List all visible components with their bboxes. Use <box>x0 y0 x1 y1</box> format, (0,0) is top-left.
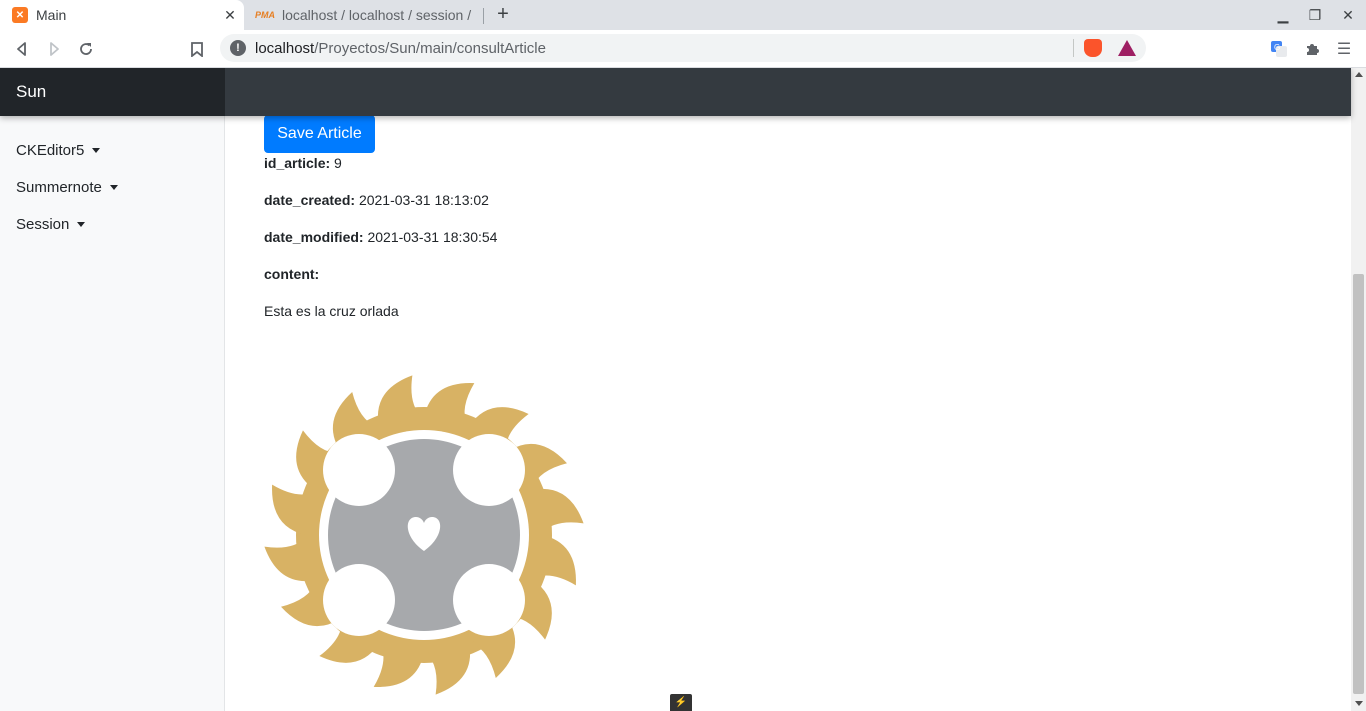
forward-icon[interactable] <box>42 37 66 61</box>
sidebar-item-label: Summernote <box>16 179 102 196</box>
tab-phpmyadmin[interactable]: PMA localhost / localhost / session / <box>244 0 484 30</box>
tab-title: Main <box>36 7 67 23</box>
field-key: date_created: <box>264 192 356 208</box>
field-key: content: <box>264 266 320 282</box>
field-value: 9 <box>334 155 342 171</box>
tab-main[interactable]: ✕ Main ✕ <box>0 0 244 30</box>
url-path: /Proyectos/Sun/main/consultArticle <box>314 39 546 57</box>
field-value: 2021-03-31 18:13:02 <box>358 192 489 208</box>
brave-shields-icon[interactable] <box>1084 39 1102 57</box>
debugbar-toggle-icon[interactable]: ⚡ <box>670 694 692 711</box>
caret-down-icon <box>77 222 86 227</box>
reload-icon[interactable] <box>74 37 98 61</box>
scrollbar-thumb[interactable] <box>1353 274 1364 694</box>
close-tab-icon[interactable]: ✕ <box>220 5 240 25</box>
xampp-icon: ✕ <box>12 7 28 23</box>
field-value: 2021-03-31 18:30:54 <box>367 229 498 245</box>
sidebar-item-ckeditor5[interactable]: CKEditor5 <box>16 142 101 159</box>
scroll-up-icon[interactable] <box>1355 72 1363 77</box>
top-navbar: Sun <box>0 68 1351 116</box>
sidebar: CKEditor5 Summernote Session <box>0 116 225 711</box>
sidebar-item-label: Session <box>16 216 70 233</box>
page-scrollbar[interactable] <box>1351 68 1366 711</box>
field-id-article: id_article: 9 <box>264 155 342 171</box>
extensions-icon[interactable] <box>1302 39 1322 59</box>
brave-rewards-icon[interactable] <box>1118 40 1136 56</box>
address-bar[interactable]: ! localhost/Proyectos/Sun/main/consultAr… <box>220 34 1146 62</box>
new-tab-button[interactable]: + <box>492 3 514 25</box>
field-date-created: date_created: 2021-03-31 18:13:02 <box>264 192 489 208</box>
phpmyadmin-icon: PMA <box>255 10 275 20</box>
caret-down-icon <box>92 148 101 153</box>
menu-icon[interactable]: ☰ <box>1334 39 1354 59</box>
minimize-icon[interactable]: ▁ <box>1272 4 1294 26</box>
svg-text:G: G <box>1274 43 1280 52</box>
close-window-icon[interactable]: ✕ <box>1337 4 1359 26</box>
bookmark-icon[interactable] <box>185 37 209 61</box>
field-content: content: <box>264 266 319 282</box>
save-article-button[interactable]: Save Article <box>264 115 375 153</box>
google-translate-icon[interactable]: G <box>1269 39 1289 59</box>
tab-separator <box>483 8 484 24</box>
sidebar-item-label: CKEditor5 <box>16 142 85 159</box>
back-icon[interactable] <box>10 37 34 61</box>
scroll-down-icon[interactable] <box>1355 701 1363 706</box>
page-viewport: Sun CKEditor5 Summernote Session Save Ar… <box>0 68 1366 711</box>
url-host: localhost <box>255 39 315 57</box>
tab-title: localhost / localhost / session / <box>282 7 472 23</box>
tab-strip: ✕ Main ✕ PMA localhost / localhost / ses… <box>0 0 1366 30</box>
field-key: date_modified: <box>264 229 364 245</box>
url-text[interactable]: localhost/Proyectos/Sun/main/consultArti… <box>255 40 1073 57</box>
article-content-text: Esta es la cruz orlada <box>264 303 399 319</box>
cruz-orlada-image <box>264 375 584 695</box>
info-icon[interactable]: ! <box>230 40 246 56</box>
field-date-modified: date_modified: 2021-03-31 18:30:54 <box>264 229 497 245</box>
navbar-brand[interactable]: Sun <box>0 68 225 116</box>
restore-icon[interactable]: ❐ <box>1304 4 1326 26</box>
main-content: Save Article id_article: 9 date_created:… <box>225 115 1351 711</box>
omnibox-divider <box>1073 39 1074 57</box>
browser-toolbar: ! localhost/Proyectos/Sun/main/consultAr… <box>0 30 1366 68</box>
field-key: id_article: <box>264 155 331 171</box>
sidebar-item-session[interactable]: Session <box>16 216 86 233</box>
sidebar-item-summernote[interactable]: Summernote <box>16 179 118 196</box>
caret-down-icon <box>109 185 118 190</box>
